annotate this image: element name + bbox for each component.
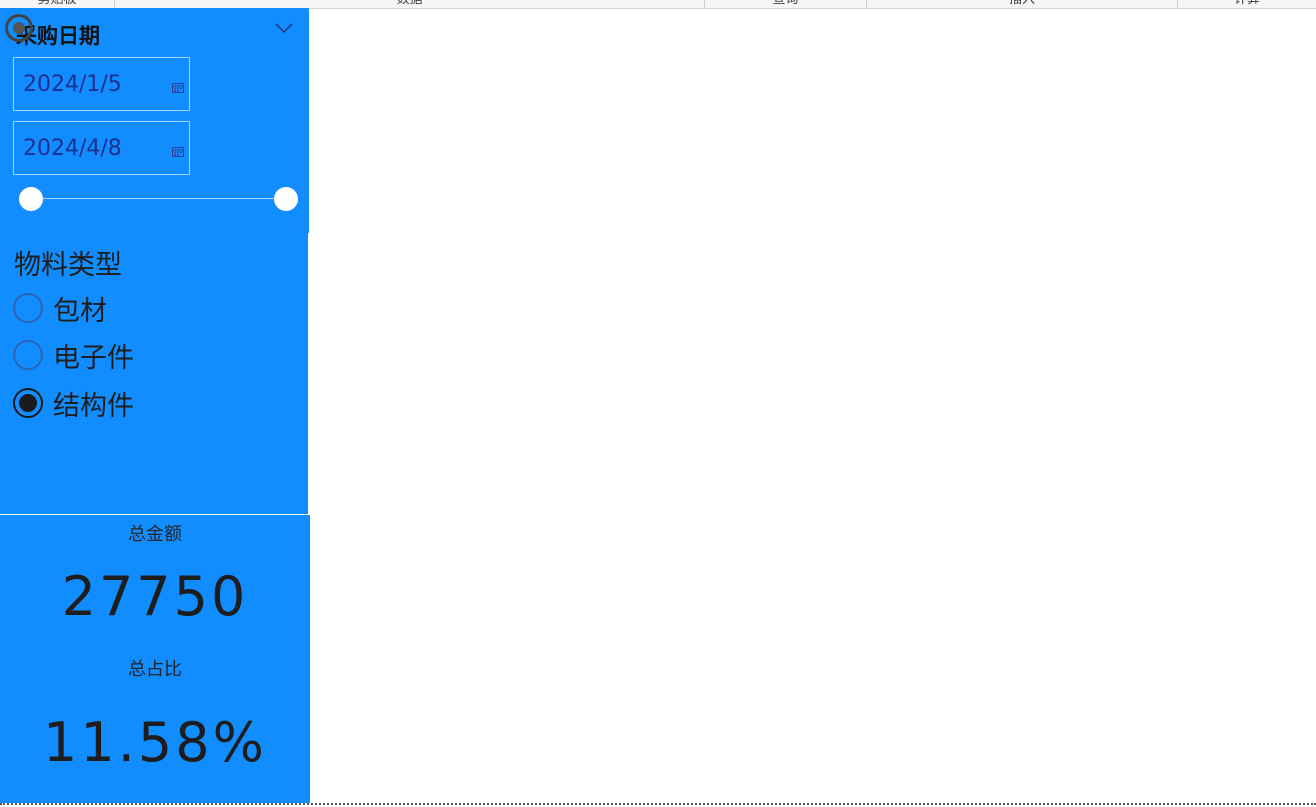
focus-mode-icon[interactable] [5, 14, 33, 42]
total-amount-label: 总金额 [128, 524, 182, 545]
radio-button[interactable] [13, 388, 43, 418]
radio-label: 包材 [53, 295, 107, 327]
start-date-input[interactable] [14, 58, 162, 110]
page-boundary [0, 803, 1316, 805]
radio-option-structural[interactable]: 结构件 [13, 386, 293, 422]
start-date-field[interactable] [13, 57, 190, 111]
total-share-label: 总占比 [128, 659, 182, 680]
end-date-input[interactable] [14, 122, 162, 174]
date-range-end-handle[interactable] [274, 187, 298, 211]
chevron-down-icon[interactable] [274, 21, 294, 35]
radio-option-packaging[interactable]: 包材 [13, 291, 293, 327]
radio-option-electronics[interactable]: 电子件 [13, 338, 293, 374]
ribbon-group-query[interactable]: 查询 [705, 0, 867, 8]
calendar-icon[interactable] [172, 83, 184, 93]
radio-button[interactable] [13, 293, 43, 323]
material-type-slicer: 物料类型 包材 电子件 结构件 [0, 233, 308, 514]
date-range-start-handle[interactable] [19, 187, 43, 211]
total-share-value: 11.58% [43, 711, 267, 774]
total-amount-value: 27750 [61, 565, 249, 628]
material-type-title: 物料类型 [14, 250, 122, 281]
radio-label: 结构件 [53, 390, 134, 422]
kpi-card: 总金额 27750 总占比 11.58% [0, 515, 310, 803]
ribbon-group-clipboard[interactable]: 剪贴板 [0, 0, 115, 8]
ribbon-group-data[interactable]: 数据 [115, 0, 705, 8]
calendar-icon[interactable] [172, 147, 184, 157]
ribbon-group-insert[interactable]: 插入 [867, 0, 1178, 8]
date-range-slider-track[interactable] [31, 198, 286, 199]
radio-label: 电子件 [53, 342, 134, 374]
ribbon-group-calculation[interactable]: 计算 [1178, 0, 1316, 8]
end-date-field[interactable] [13, 121, 190, 175]
radio-button[interactable] [13, 340, 43, 370]
date-slicer: 采购日期 [0, 8, 309, 233]
